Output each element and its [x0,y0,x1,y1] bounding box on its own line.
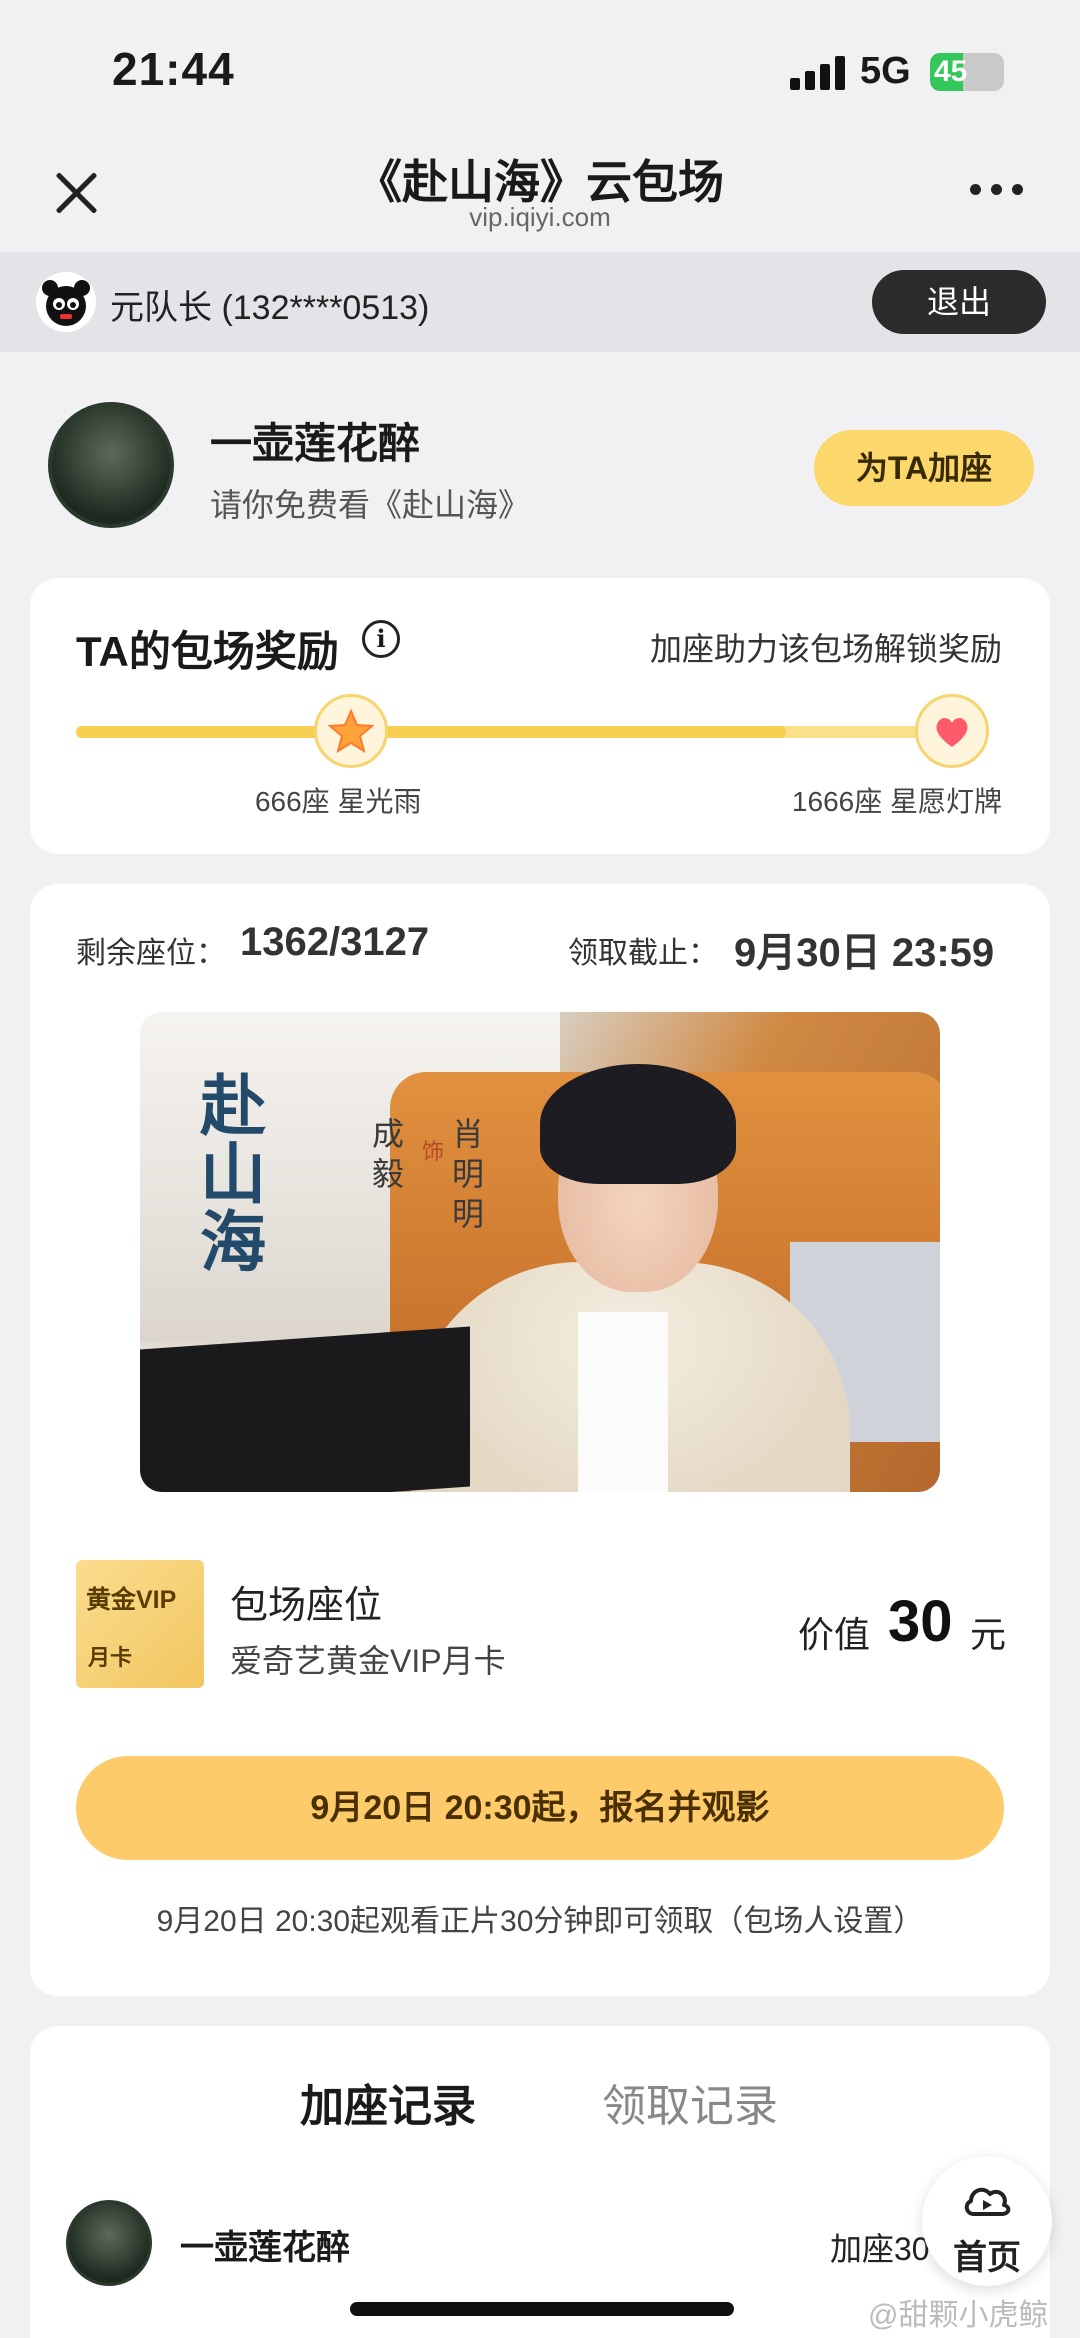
claim-note: 9月20日 20:30起观看正片30分钟即可领取（包场人设置） [156,1905,924,1938]
prize-description: 爱奇艺黄金VIP月卡 [230,1643,506,1679]
cloud-play-icon [964,2187,1011,2216]
host-invite-text: 请你免费看《赴山海》 [210,487,531,523]
prize-unit: 元 [970,1614,1007,1655]
poster-actor: 成毅 [372,1115,405,1193]
prize-title: 包场座位 [230,1585,383,1627]
session-card: 剩余座位： 1362/3127 领取截止： 9月30日 23:59 赴山海 成毅… [30,884,1050,1996]
home-indicator[interactable] [350,2302,734,2316]
seats-label: 剩余座位： [76,937,226,970]
add-seat-button[interactable]: 为TA加座 [814,430,1034,506]
host-section: 一壶莲花醉 请你免费看《赴山海》 为TA加座 [0,352,1080,574]
tab-add-seat-records[interactable]: 加座记录 [300,2070,476,2134]
register-watch-button[interactable]: 9月20日 20:30起，报名并观影 [76,1756,1004,1860]
prize-value-label: 价值 [798,1614,871,1655]
reward-progress-bar [76,726,964,738]
more-icon[interactable] [970,184,1026,198]
reward-title: TA的包场奖励 [76,628,339,675]
battery-level: 45 [934,55,968,88]
home-label: 首页 [953,2239,1021,2277]
status-time: 21:44 [112,43,235,95]
gold-vip-badge: 黄金VIP 月卡 [76,1560,204,1688]
user-name: 元队长 (132****0513) [110,289,430,327]
poster-character: 肖明明 [452,1115,485,1233]
watermark: @甜颗小虎鲸 [868,2299,1049,2332]
seats-value: 1362/3127 [240,920,430,964]
deadline-label: 领取截止： [568,937,718,970]
drama-poster: 赴山海 成毅 饰 肖明明 [140,1012,940,1492]
milestone-label-2: 1666座 星愿灯牌 [791,786,1002,817]
info-icon[interactable]: i [362,620,400,658]
badge-line-2: 月卡 [88,1645,133,1670]
host-avatar [48,402,174,528]
nav-bar: 《赴山海》云包场 vip.iqiyi.com [0,140,1080,252]
reward-hint: 加座助力该包场解锁奖励 [649,631,1002,667]
logout-button[interactable]: 退出 [872,270,1046,334]
deadline-value: 9月30日 23:59 [734,931,995,975]
badge-line-1: 黄金VIP [86,1586,177,1614]
user-bar: 元队长 (132****0513) 退出 [0,252,1080,352]
tab-claim-records[interactable]: 领取记录 [602,2070,778,2134]
home-button[interactable]: 首页 [922,2156,1052,2286]
record-name: 一壶莲花醉 [180,2229,350,2267]
record-value: 加座30 [830,2231,930,2267]
status-bar: 21:44 5G 45 [0,0,1080,140]
reward-card: TA的包场奖励 i 加座助力该包场解锁奖励 666座 星光雨 1666座 星愿灯… [30,578,1050,854]
poster-joiner: 饰 [422,1140,445,1165]
user-avatar [36,272,96,332]
heart-hand-icon[interactable] [915,694,989,768]
page-url: vip.iqiyi.com [469,202,611,232]
battery-icon: 45 [930,53,1004,91]
star-icon[interactable] [313,694,388,768]
avatar [66,2200,152,2286]
host-name: 一壶莲花醉 [210,420,421,467]
network-type: 5G [860,50,911,92]
signal-icon [790,56,846,90]
prize-value: 30 [888,1589,953,1654]
reward-progress-fill [76,726,787,738]
poster-title: 赴山海 [200,1067,266,1281]
milestone-label-1: 666座 星光雨 [254,786,422,817]
